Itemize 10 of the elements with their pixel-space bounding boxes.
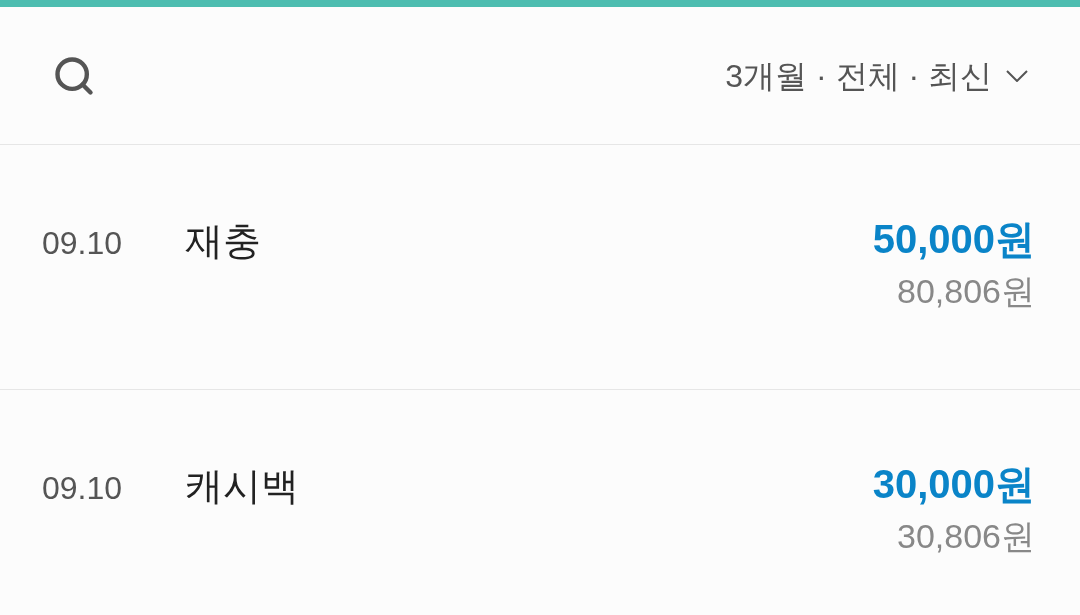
filter-button[interactable]: 3개월 · 전체 · 최신 [725, 51, 1028, 100]
transaction-date: 09.10 [42, 469, 124, 508]
transaction-amount: 30,000원 [872, 461, 1035, 508]
transaction-date: 09.10 [42, 224, 124, 263]
chevron-down-icon [1006, 69, 1028, 82]
balance-amount: 80,806원 [897, 271, 1035, 312]
transaction-title: 재충 [185, 219, 261, 264]
transaction-amount: 50,000원 [872, 216, 1035, 263]
transaction-title: 캐시백 [185, 464, 299, 509]
balance-amount: 30,806원 [897, 516, 1035, 557]
